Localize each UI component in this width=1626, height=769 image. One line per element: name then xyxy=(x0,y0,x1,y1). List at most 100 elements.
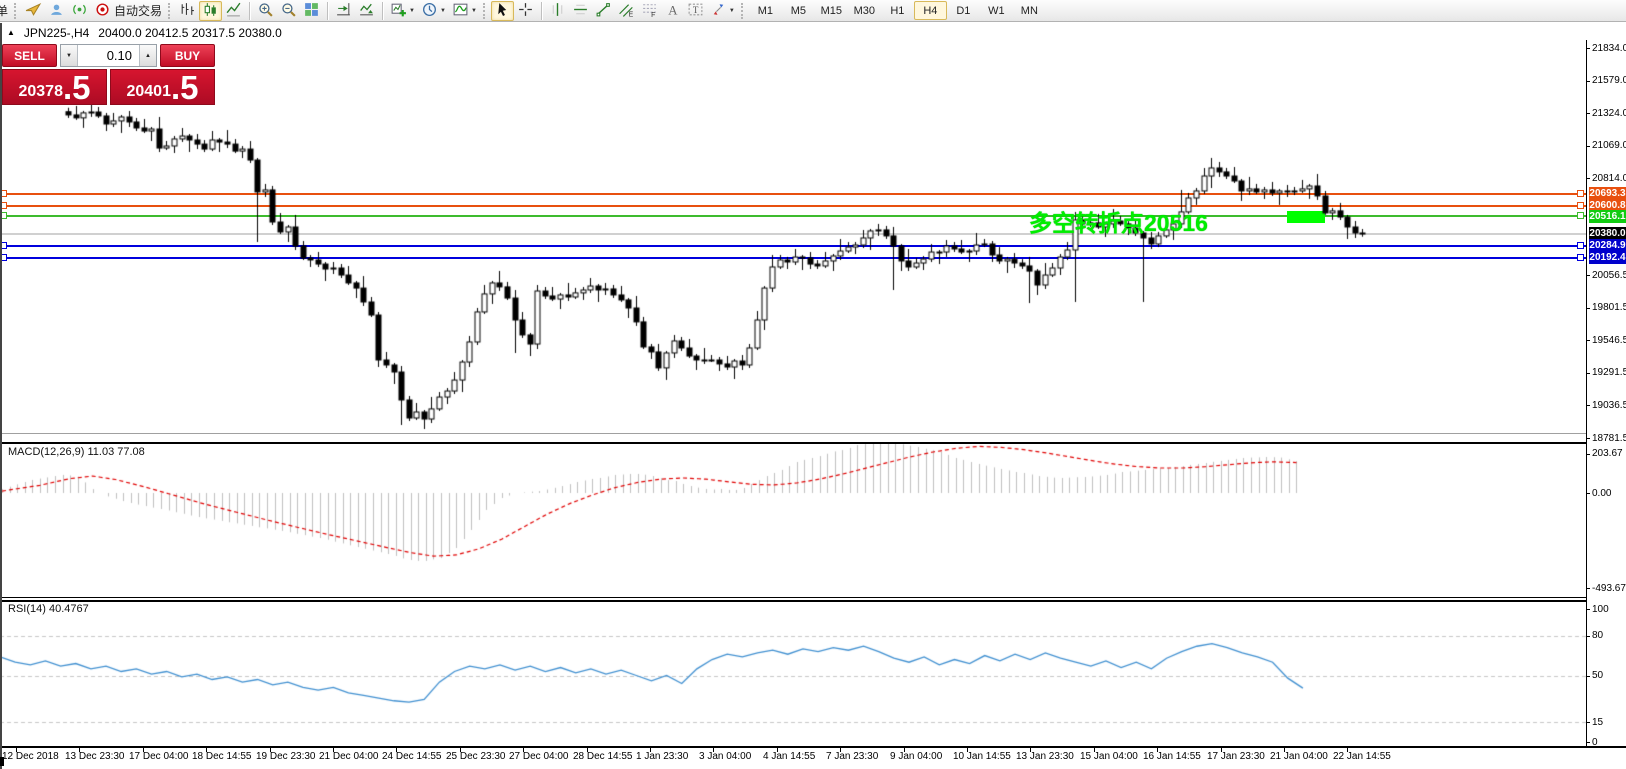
community-button[interactable] xyxy=(45,1,68,21)
axis-tick xyxy=(1586,178,1590,180)
axis-tick xyxy=(1586,675,1590,677)
indicator-icon xyxy=(452,1,469,21)
macd-label: MACD(12,26,9) 11.03 77.08 xyxy=(8,446,145,458)
line-handle[interactable] xyxy=(1577,189,1584,197)
time-axis-label: 16 Jan 14:55 xyxy=(1143,751,1201,762)
axis-label: 21069.0 xyxy=(1592,140,1626,152)
candlestick-mode-button[interactable] xyxy=(199,0,223,21)
time-axis-label: 13 Dec 23:30 xyxy=(65,751,125,762)
clock-icon xyxy=(421,1,438,21)
profiles-button[interactable]: ▼ xyxy=(418,1,449,21)
text-label-tool-button[interactable]: T xyxy=(684,1,707,21)
lot-size-value[interactable]: 0.10 xyxy=(78,45,139,66)
lot-decrease-button[interactable]: ▼ xyxy=(61,45,78,66)
timeframe-h4-button[interactable]: H4 xyxy=(913,1,947,20)
crosshair-tool-button[interactable] xyxy=(514,1,537,21)
timeframe-mn-button[interactable]: MN xyxy=(1013,1,1046,20)
axis-tick xyxy=(1586,438,1590,439)
line-handle[interactable] xyxy=(1577,201,1584,209)
axis-tick xyxy=(1586,742,1590,743)
channel-tool-button[interactable]: E xyxy=(615,1,638,21)
fibonacci-tool-button[interactable]: F xyxy=(638,1,661,21)
line-handle[interactable] xyxy=(1577,241,1584,249)
autotrading-button[interactable]: 自动交易 xyxy=(91,1,165,21)
fibo-icon: F xyxy=(641,1,658,21)
annotation-text[interactable]: 多空转折点20516 xyxy=(1029,204,1208,238)
price-tag: 20192.4 xyxy=(1589,251,1626,265)
main-macd-separator-line[interactable] xyxy=(0,442,1586,444)
timeframe-m1-button[interactable]: M1 xyxy=(749,1,782,20)
timeframe-d1-button[interactable]: D1 xyxy=(947,1,980,20)
indicators-button[interactable]: ▼ xyxy=(449,1,480,21)
time-axis-label: 1 Jan 23:30 xyxy=(636,751,689,762)
timeframe-m15-button[interactable]: M15 xyxy=(815,1,848,20)
svg-text:E: E xyxy=(629,11,634,18)
textA-icon: A xyxy=(664,1,681,21)
line-handle[interactable] xyxy=(1577,253,1584,261)
window-left-border xyxy=(0,23,2,769)
sell-button[interactable]: SELL xyxy=(2,44,57,67)
signals-button[interactable] xyxy=(68,1,91,21)
timeframe-h1-button[interactable]: H1 xyxy=(881,1,914,20)
axis-tick xyxy=(1586,275,1590,277)
zoomout-icon xyxy=(280,1,297,21)
arrows-tool-button[interactable]: ▼ xyxy=(707,1,738,21)
macd-rsi-separator[interactable] xyxy=(0,597,1586,598)
tile-windows-button[interactable] xyxy=(300,1,323,21)
main-macd-separator[interactable] xyxy=(0,433,1586,434)
macd-rsi-separator-line[interactable] xyxy=(0,600,1586,602)
chart-shift-button[interactable] xyxy=(332,1,355,21)
collapse-icon[interactable]: ▲ xyxy=(7,26,15,40)
crosshair-icon xyxy=(517,1,534,21)
sell-price-box[interactable]: 20378 .5 xyxy=(2,69,107,105)
time-axis-label: 7 Jan 23:30 xyxy=(826,751,879,762)
price-tag: 20380.0 xyxy=(1589,227,1626,241)
time-axis-label: 24 Dec 14:55 xyxy=(382,751,442,762)
metaquotes-button[interactable] xyxy=(22,1,45,21)
community-icon xyxy=(48,1,65,21)
line-chart-mode-button[interactable] xyxy=(222,1,245,21)
cursor-tool-button[interactable] xyxy=(490,0,514,21)
toolbar-grip xyxy=(482,2,488,19)
timeframe-m5-button[interactable]: M5 xyxy=(782,1,815,20)
channel-icon: E xyxy=(618,1,635,21)
zoom-in-button[interactable] xyxy=(254,1,277,21)
bar-chart-mode-button[interactable] xyxy=(176,1,199,21)
buy-price-main: 20401 xyxy=(126,83,171,100)
svg-text:T: T xyxy=(693,5,699,15)
price-chart-canvas[interactable] xyxy=(0,40,1586,433)
shift-icon xyxy=(335,1,352,21)
chart-title-row: ▲ JPN225-,H4 20400.0 20412.5 20317.5 203… xyxy=(7,26,282,40)
timeframe-m30-button[interactable]: M30 xyxy=(848,1,881,20)
toolbar-separator xyxy=(327,1,329,20)
time-axis-label: 12 Dec 2018 xyxy=(2,751,59,762)
time-axis-label: 21 Jan 04:00 xyxy=(1270,751,1328,762)
main-toolbar: 单 自动交易 ▼ ▼ ▼ E F A T ▼ M1M5M15M30H1H4D1W1MN xyxy=(0,0,1626,22)
buy-button[interactable]: BUY xyxy=(160,44,215,67)
axis-tick xyxy=(1586,80,1590,82)
timeframe-w1-button[interactable]: W1 xyxy=(980,1,1013,20)
time-axis-label: 3 Jan 04:00 xyxy=(699,751,752,762)
axis-tick xyxy=(1586,453,1590,455)
lot-increase-button[interactable]: ▲ xyxy=(139,45,156,66)
horizontal-line-tool-button[interactable] xyxy=(569,1,592,21)
macd-indicator-canvas[interactable] xyxy=(0,444,1586,597)
zoom-out-button[interactable] xyxy=(277,1,300,21)
buy-price-box[interactable]: 20401 .5 xyxy=(110,69,215,105)
axis-label: 80 xyxy=(1592,630,1604,642)
buy-price-fraction: .5 xyxy=(170,69,199,107)
auto-scroll-button[interactable] xyxy=(355,1,378,21)
toolbar-grip xyxy=(14,2,19,19)
rsi-indicator-canvas[interactable] xyxy=(0,601,1586,745)
trendline-tool-button[interactable] xyxy=(592,1,615,21)
time-axis-line xyxy=(0,746,1626,748)
new-order-button[interactable]: 单 xyxy=(0,2,11,19)
axis-label: 100 xyxy=(1592,603,1609,615)
vertical-line-tool-button[interactable] xyxy=(546,1,569,21)
axis-label: 19546.5 xyxy=(1592,334,1626,346)
line-handle[interactable] xyxy=(1577,212,1584,220)
new-chart-button[interactable]: ▼ xyxy=(387,1,418,21)
toolbar-grip xyxy=(168,2,173,19)
text-tool-button[interactable]: A xyxy=(661,1,684,21)
toolbar-separator xyxy=(249,1,251,20)
